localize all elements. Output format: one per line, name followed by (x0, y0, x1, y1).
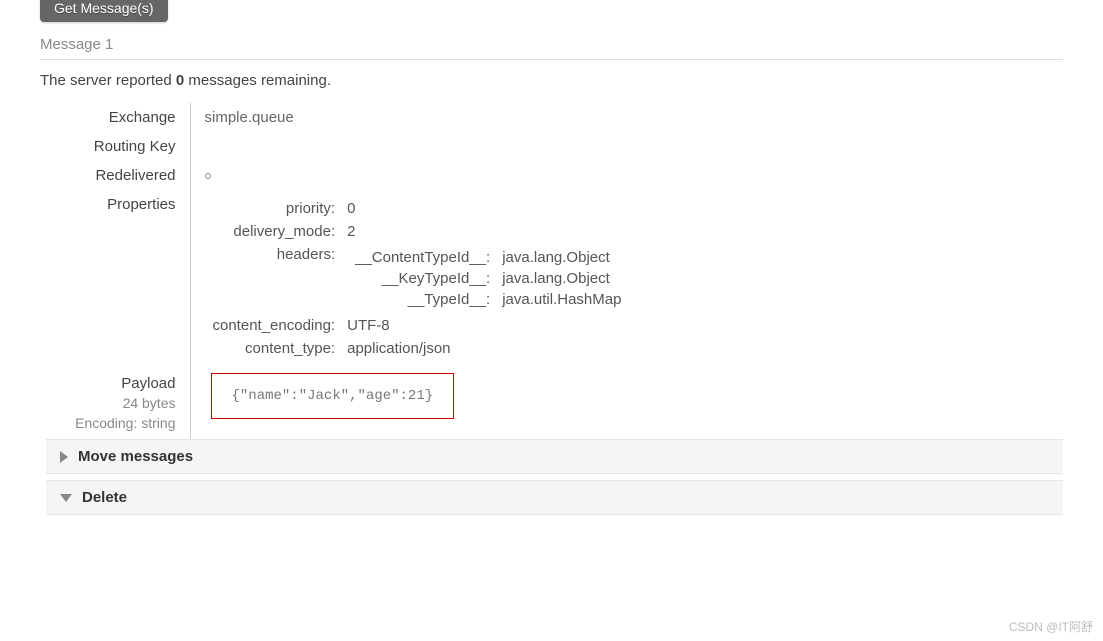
status-line: The server reported 0 messages remaining… (40, 72, 1063, 89)
header-value: java.util.HashMap (496, 290, 627, 309)
remaining-count: 0 (176, 72, 184, 89)
header-value: java.lang.Object (496, 248, 627, 267)
properties-label: Properties (40, 190, 190, 367)
exchange-value: simple.queue (190, 103, 637, 132)
priority-value: 0 (341, 198, 635, 219)
header-key: __KeyTypeId__: (349, 269, 494, 288)
priority-key: priority: (207, 198, 340, 219)
watermark: CSDN @IT阿舒 (1009, 618, 1093, 635)
redelivered-icon (205, 173, 211, 179)
properties-table: priority: 0 delivery_mode: 2 headers: (205, 196, 638, 361)
get-messages-button[interactable]: Get Message(s) (40, 0, 168, 22)
headers-key: headers: (207, 244, 340, 313)
move-messages-label: Move messages (78, 448, 193, 465)
content-encoding-key: content_encoding: (207, 315, 340, 336)
status-suffix: messages remaining. (184, 72, 331, 89)
content-type-value: application/json (341, 338, 635, 359)
chevron-down-icon (60, 494, 72, 502)
divider (40, 59, 1063, 60)
exchange-label: Exchange (40, 103, 190, 132)
header-key: __TypeId__: (349, 290, 494, 309)
payload-size: 24 bytes (40, 394, 176, 414)
delivery-mode-key: delivery_mode: (207, 221, 340, 242)
delivery-mode-value: 2 (341, 221, 635, 242)
chevron-right-icon (60, 451, 68, 463)
delete-section[interactable]: Delete (46, 480, 1063, 515)
routing-key-value (190, 132, 637, 161)
payload-encoding: Encoding: string (40, 414, 176, 434)
header-key: __ContentTypeId__: (349, 248, 494, 267)
status-prefix: The server reported (40, 72, 176, 89)
redelivered-label: Redelivered (40, 161, 190, 190)
delete-label: Delete (82, 489, 127, 506)
routing-key-label: Routing Key (40, 132, 190, 161)
payload-body: {"name":"Jack","age":21} (211, 373, 455, 419)
content-encoding-value: UTF-8 (341, 315, 635, 336)
header-value: java.lang.Object (496, 269, 627, 288)
message-detail-table: Exchange simple.queue Routing Key Redeli… (40, 103, 637, 439)
message-title: Message 1 (40, 36, 1063, 53)
content-type-key: content_type: (207, 338, 340, 359)
payload-label: Payload (40, 373, 176, 394)
move-messages-section[interactable]: Move messages (46, 439, 1063, 474)
headers-table: __ContentTypeId__: java.lang.Object __Ke… (347, 246, 629, 311)
